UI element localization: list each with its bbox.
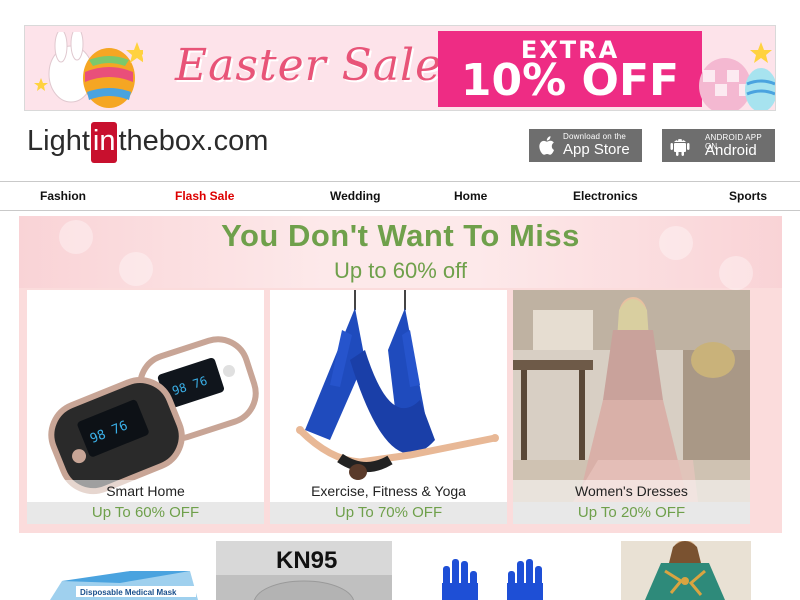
product-nitrile-gloves[interactable] xyxy=(430,541,555,600)
medical-mask-box-image: Disposable Medical Mask xyxy=(40,541,200,600)
category-card-exercise-fitness-yoga[interactable]: Exercise, Fitness & Yoga Up To 70% OFF xyxy=(270,290,507,524)
product-kn95-mask[interactable]: KN95 xyxy=(216,541,392,600)
nav-electronics[interactable]: Electronics xyxy=(573,189,638,203)
mask-box-text: Disposable Medical Mask xyxy=(80,588,177,597)
logo-part-light: Light xyxy=(27,125,90,157)
logo-part-in: in xyxy=(90,122,118,163)
easter-sale-banner[interactable]: Easter Sale EXTRA 10% OFF xyxy=(24,25,776,111)
android-app-button[interactable]: ANDROID APP ON Android xyxy=(662,129,775,162)
product-medical-mask[interactable]: Disposable Medical Mask xyxy=(40,541,200,600)
yoga-hammock-image xyxy=(270,290,507,502)
card-discount: Up To 20% OFF xyxy=(513,502,750,524)
nav-sports[interactable]: Sports xyxy=(729,189,767,203)
category-card-smart-home[interactable]: 98 76 98 76 Smart Home Up To 60% OFF xyxy=(27,290,264,524)
promo-title: You Don't Want To Miss xyxy=(221,218,580,253)
easter-sale-title: Easter Sale xyxy=(175,40,443,91)
main-navigation: Fashion Flash Sale Wedding Home Electron… xyxy=(0,181,800,211)
app-store-button[interactable]: Download on the App Store xyxy=(529,129,642,162)
card-discount: Up To 60% OFF xyxy=(27,502,264,524)
nav-flash-sale[interactable]: Flash Sale xyxy=(175,189,234,203)
promo-subtitle: Up to 60% off xyxy=(334,258,467,283)
site-logo[interactable]: Light in thebox.com xyxy=(27,122,269,163)
apple-icon xyxy=(539,136,554,155)
card-label: Smart Home xyxy=(27,480,264,502)
card-label: Exercise, Fitness & Yoga xyxy=(270,480,507,502)
kn95-text: KN95 xyxy=(276,547,337,574)
kn95-mask-image: KN95 xyxy=(216,541,392,600)
nav-fashion[interactable]: Fashion xyxy=(40,189,86,203)
app-store-big-text: App Store xyxy=(563,141,630,158)
offer-percent: 10% OFF xyxy=(460,55,680,106)
card-discount: Up To 70% OFF xyxy=(270,502,507,524)
promo-header[interactable]: You Don't Want To Miss Up to 60% off xyxy=(19,216,782,290)
product-boho-dress[interactable] xyxy=(621,541,751,600)
easter-egg-illustration xyxy=(699,42,775,110)
android-big-text: Android xyxy=(705,142,757,159)
android-icon xyxy=(670,139,690,156)
card-label: Women's Dresses xyxy=(513,480,750,502)
extra-offer-box: EXTRA 10% OFF xyxy=(438,31,702,107)
logo-part-thebox: thebox.com xyxy=(118,125,269,157)
blue-gloves-image xyxy=(430,541,555,600)
nav-wedding[interactable]: Wedding xyxy=(330,189,380,203)
category-card-womens-dresses[interactable]: Women's Dresses Up To 20% OFF xyxy=(513,290,750,524)
pulse-oximeter-image: 98 76 98 76 xyxy=(27,290,264,502)
nav-home[interactable]: Home xyxy=(454,189,487,203)
app-store-small-text: Download on the xyxy=(563,132,627,141)
promo-section: You Don't Want To Miss Up to 60% off 98 … xyxy=(19,216,782,533)
womens-dress-image xyxy=(513,290,750,502)
easter-bunny-egg-illustration xyxy=(34,32,143,108)
boho-dress-image xyxy=(621,541,751,600)
